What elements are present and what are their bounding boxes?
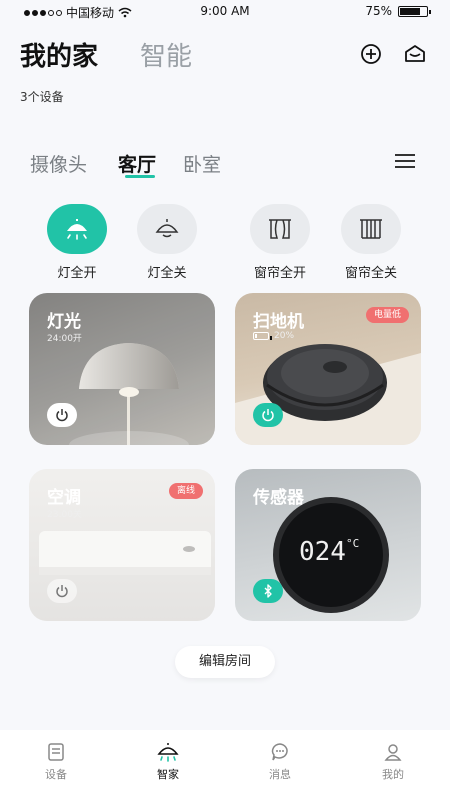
user-icon [384,744,402,761]
tab-living-room[interactable]: 客厅 [118,150,156,177]
tab-camera[interactable]: 摄像头 [30,150,87,177]
device-count: 3个设备 [20,90,64,104]
home-icon[interactable] [404,43,426,65]
power-button[interactable] [47,579,77,603]
status-badge: 电量低 [365,307,409,323]
battery-icon [253,332,272,340]
quick-action-lights-on[interactable]: 灯全开 [45,204,109,281]
quick-action-label: 灯全开 [57,266,97,281]
sensor-reading: 024°C [299,537,359,567]
quick-action-label: 灯全关 [147,266,187,281]
power-icon [56,409,68,422]
device-name: 扫地机 [253,312,304,332]
page-title[interactable]: 我的家 [20,36,98,73]
nav-label: 设备 [45,768,67,781]
quick-action-lights-off[interactable]: 灯全关 [135,204,199,281]
tab-bedroom[interactable]: 卧室 [183,150,221,177]
sensor-value: 024 [299,537,346,567]
power-button[interactable] [47,403,77,427]
sensor-unit: °C [345,537,360,550]
curtain-open-icon [269,219,291,239]
battery-icon [398,5,431,17]
nav-label: 智家 [157,768,179,781]
smart-home-icon [157,743,179,762]
nav-profile[interactable]: 我的 [358,742,428,782]
device-name: 空调 [47,488,81,508]
power-icon [56,585,68,598]
device-schedule: 23:00关 [47,510,82,520]
edit-room-button[interactable]: 编辑房间 [175,646,275,678]
device-card-sensor[interactable]: 024°C 传感器 [235,469,421,621]
nav-devices[interactable]: 设备 [21,742,91,782]
quick-action-curtains-close[interactable]: 窗帘全关 [339,204,403,281]
quick-action-label: 窗帘全开 [253,266,306,281]
device-name: 灯光 [47,312,81,332]
status-badge: 离线 [168,483,203,499]
quick-action-label: 窗帘全关 [344,266,397,281]
device-card-air-conditioner[interactable]: 空调 23:00关 离线 [29,469,215,621]
message-icon [271,743,288,761]
nav-label: 我的 [382,768,404,781]
battery-percent: 75% [365,4,392,18]
menu-icon[interactable] [395,153,415,169]
nav-smart-home[interactable]: 智家 [133,742,203,782]
device-card-robot-vacuum[interactable]: 扫地机 电量低 20% [235,293,421,445]
active-tab-indicator [125,175,155,178]
device-schedule: 24:00开 [47,334,82,344]
curtain-closed-icon [360,219,382,239]
status-bar: 中国移动 9:00 AM 75% [0,0,450,24]
power-button[interactable] [253,403,283,427]
device-card-light[interactable]: 灯光 24:00开 [29,293,215,445]
lamp-icon [67,219,87,240]
quick-action-curtains-open[interactable]: 窗帘全开 [248,204,312,281]
device-name: 传感器 [253,488,304,508]
devices-icon [48,743,64,761]
robot-battery-percent: 20% [274,331,295,341]
bluetooth-icon [264,584,272,598]
bottom-nav: 设备 智家 消息 我的 [0,730,450,800]
lamp-icon [155,219,179,238]
robot-battery: 20% [253,331,294,341]
nav-messages[interactable]: 消息 [245,742,315,782]
tab-smart[interactable]: 智能 [140,36,192,73]
add-icon[interactable] [360,43,382,65]
power-icon [262,409,274,422]
nav-label: 消息 [269,768,291,781]
bluetooth-button[interactable] [253,579,283,603]
